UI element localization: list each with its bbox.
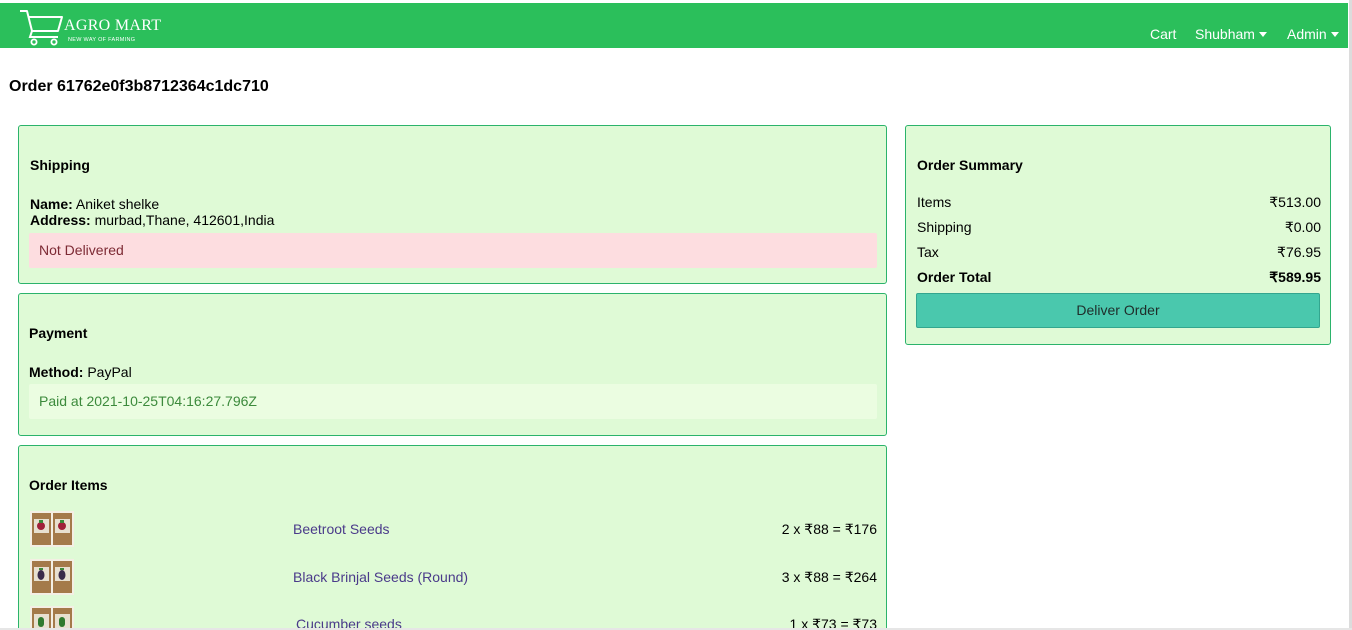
deliver-order-button[interactable]: Deliver Order [916, 293, 1320, 328]
order-item-row: Beetroot Seeds 2 x ₹88 = ₹176 [19, 511, 886, 551]
summary-tax-label: Tax [917, 244, 939, 260]
product-thumbnail[interactable] [30, 559, 74, 595]
order-summary-card: Order Summary Items ₹513.00 Shipping ₹0.… [905, 125, 1331, 345]
payment-method-label: Method: [29, 364, 84, 380]
summary-total-value: ₹589.95 [1269, 269, 1321, 285]
order-summary-heading: Order Summary [917, 157, 1023, 173]
delivery-status-alert: Not Delivered [29, 233, 877, 268]
summary-shipping-label: Shipping [917, 219, 972, 235]
product-thumbnail[interactable] [30, 511, 74, 547]
order-item-row: Cucumber seeds 1 x ₹73 = ₹73 [19, 606, 886, 630]
payment-status-alert: Paid at 2021-10-25T04:16:27.796Z [29, 384, 877, 419]
order-item-link[interactable]: Black Brinjal Seeds (Round) [293, 569, 468, 585]
delivery-status-text: Not Delivered [39, 242, 124, 258]
payment-heading: Payment [29, 325, 88, 341]
admin-menu-toggle[interactable]: Admin [1287, 26, 1339, 42]
payment-card: Payment Method: PayPal Paid at 2021-10-2… [18, 293, 887, 436]
summary-tax-value: ₹76.95 [1277, 244, 1321, 260]
shipping-address: Address: murbad,Thane, 412601,India [30, 212, 274, 228]
shipping-address-label: Address: [30, 212, 91, 228]
page-title: Order 61762e0f3b8712364c1dc710 [9, 78, 269, 95]
payment-method: Method: PayPal [29, 364, 132, 380]
order-item-row: Black Brinjal Seeds (Round) 3 x ₹88 = ₹2… [19, 559, 886, 599]
brand-logo[interactable]: AGRO MART NEW WAY OF FARMING [18, 7, 163, 47]
caret-down-icon [1258, 32, 1267, 37]
payment-method-value: PayPal [87, 364, 132, 380]
admin-menu-label: Admin [1287, 26, 1327, 42]
shipping-address-value: murbad,Thane, 412601,India [94, 212, 275, 228]
summary-items-value: ₹513.00 [1269, 194, 1321, 210]
payment-status-text: Paid at 2021-10-25T04:16:27.796Z [39, 393, 257, 409]
caret-down-icon [1330, 32, 1339, 37]
shipping-heading: Shipping [30, 157, 90, 173]
navbar: AGRO MART NEW WAY OF FARMING Cart Shubha… [0, 3, 1348, 48]
shipping-name-label: Name: [30, 196, 73, 212]
shipping-name-value: Aniket shelke [75, 196, 160, 212]
shipping-card: Shipping Name: Aniket shelke Address: mu… [18, 125, 887, 284]
summary-items-label: Items [917, 194, 952, 210]
brand-tagline: NEW WAY OF FARMING [68, 37, 136, 43]
order-items-heading: Order Items [29, 477, 108, 493]
product-thumbnail[interactable] [30, 606, 74, 630]
user-menu-label: Shubham [1195, 26, 1255, 42]
nav-cart-label: Cart [1150, 26, 1177, 42]
order-items-card: Order Items Beetroot Seeds 2 x ₹88 = ₹17… [18, 445, 887, 630]
order-item-link[interactable]: Beetroot Seeds [293, 521, 390, 537]
nav-cart-link[interactable]: Cart [1150, 26, 1176, 42]
summary-shipping-value: ₹0.00 [1284, 219, 1321, 235]
summary-total-label: Order Total [917, 269, 992, 285]
order-item-price: 2 x ₹88 = ₹176 [781, 521, 877, 537]
shipping-name: Name: Aniket shelke [30, 196, 159, 212]
brand-name: AGRO MART [64, 17, 162, 34]
shopping-cart-icon [20, 10, 63, 46]
user-menu-toggle[interactable]: Shubham [1195, 26, 1267, 42]
order-item-price: 3 x ₹88 = ₹264 [781, 569, 877, 585]
